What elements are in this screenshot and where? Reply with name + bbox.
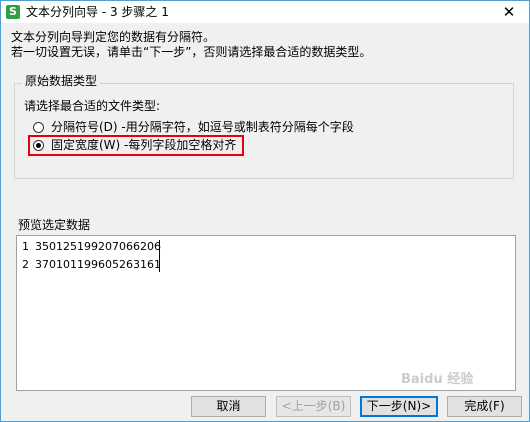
row-value: 350125199207066206 [35, 240, 161, 253]
radio-delimited[interactable]: 分隔符号(D) -用分隔字符，如逗号或制表符分隔每个字段 [33, 119, 354, 135]
description-line-2: 若一切设置无误，请单击“下一步”，否则请选择最合适的数据类型。 [11, 45, 372, 59]
close-icon[interactable]: ✕ [495, 1, 523, 23]
cancel-button[interactable]: 取消 [191, 396, 266, 417]
window-title: 文本分列向导 - 3 步骤之 1 [26, 5, 169, 19]
watermark: Baidu 经验 [401, 372, 474, 387]
radio-delimited-label[interactable]: 分隔符号(D) -用分隔字符，如逗号或制表符分隔每个字段 [51, 119, 354, 135]
group-legend: 原始数据类型 [22, 74, 101, 89]
next-button[interactable]: 下一步(N)> [360, 396, 438, 417]
app-logo-icon: S [6, 5, 20, 19]
preview-row: 2 370101199605263161 [22, 257, 161, 273]
annotation-highlight-box [28, 135, 244, 156]
preview-label: 预览选定数据 [18, 218, 91, 232]
radio-button-icon[interactable] [33, 121, 44, 133]
description-line-1: 文本分列向导判定您的数据有分隔符。 [11, 30, 216, 44]
back-button[interactable]: <上一步(B) [276, 396, 351, 417]
row-value: 370101199605263161 [35, 258, 161, 271]
file-type-prompt: 请选择最合适的文件类型: [24, 99, 161, 113]
row-number: 1 [22, 240, 29, 253]
column-break-line[interactable] [159, 240, 160, 272]
row-number: 2 [22, 258, 29, 271]
finish-button[interactable]: 完成(F) [447, 396, 522, 417]
preview-row: 1 350125199207066206 [22, 239, 161, 255]
wizard-dialog: S 文本分列向导 - 3 步骤之 1 ✕ 文本分列向导判定您的数据有分隔符。 若… [0, 0, 530, 422]
title-bar: S 文本分列向导 - 3 步骤之 1 ✕ [1, 1, 529, 23]
